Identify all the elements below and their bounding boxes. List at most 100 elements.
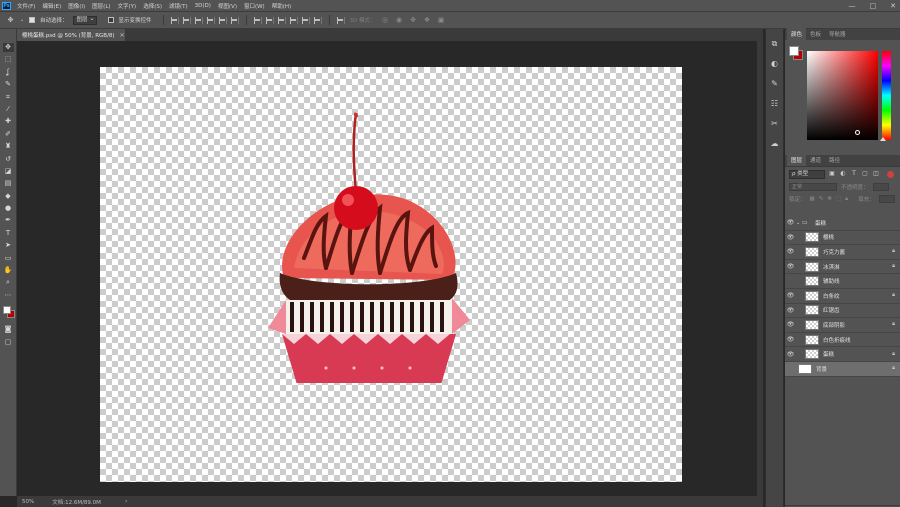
close-icon[interactable]: ✕ [120, 32, 125, 39]
layer-row[interactable]: 👁︎ 冰淇淋 🔒︎ [785, 260, 900, 275]
panel-foreground-swatch[interactable] [789, 46, 799, 56]
lasso-tool-icon[interactable]: ʆ [3, 68, 14, 77]
align-top-icon[interactable] [170, 16, 179, 24]
chevron-down-icon[interactable]: ⌄ [20, 16, 24, 25]
menu-window[interactable]: 窗口(W) [244, 2, 265, 10]
filter-pixel-icon[interactable]: ▣ [828, 170, 836, 178]
layer-row[interactable]: 👁︎ 红锯齿 [785, 304, 900, 319]
menu-file[interactable]: 文件(F) [17, 2, 35, 10]
screen-mode-icon[interactable]: ▢ [3, 338, 14, 347]
lock-brush-icon[interactable]: ✎ [819, 196, 824, 202]
visibility-eye-icon[interactable]: 👁︎ [785, 263, 796, 270]
clone-stamp-tool-icon[interactable]: ♜ [3, 142, 14, 151]
tab-layers[interactable]: 图层 [787, 154, 807, 166]
layer-row[interactable]: 👁︎ 巧克力酱 🔒︎ [785, 245, 900, 260]
distribute-bottom-icon[interactable] [277, 16, 286, 24]
eraser-tool-icon[interactable]: ◪ [3, 167, 14, 176]
visibility-eye-icon[interactable]: 👁︎ [785, 365, 796, 372]
more-tools-icon[interactable]: ⋯ [3, 291, 14, 300]
menu-filter[interactable]: 滤镜(T) [169, 2, 188, 10]
distribute-left-icon[interactable] [289, 16, 298, 24]
visibility-eye-icon[interactable]: 👁︎ [785, 248, 796, 255]
libraries-icon[interactable]: ☁ [770, 139, 780, 148]
visibility-eye-icon[interactable]: 👁︎ [785, 321, 796, 328]
filter-toggle-icon[interactable] [887, 170, 894, 178]
3d-orbit-icon[interactable]: ◎ [381, 16, 390, 25]
blur-tool-icon[interactable]: ◆ [3, 192, 14, 201]
document-canvas[interactable] [100, 67, 682, 482]
healing-brush-tool-icon[interactable]: ✚ [3, 117, 14, 126]
tab-color[interactable]: 颜色 [787, 28, 807, 40]
lock-all-icon[interactable]: 🔒︎ [845, 196, 848, 203]
adjustments-icon[interactable]: ◐ [770, 59, 780, 68]
tool-presets-icon[interactable]: ✂ [770, 119, 780, 128]
move-tool-icon[interactable]: ✥ [2, 43, 14, 53]
visibility-eye-icon[interactable]: 👁︎ [785, 336, 796, 343]
3d-scale-icon[interactable]: ▣ [437, 16, 446, 25]
opacity-input[interactable] [872, 183, 889, 191]
menu-type[interactable]: 文字(Y) [118, 2, 137, 10]
align-hcenter-icon[interactable] [218, 16, 227, 24]
layer-row[interactable]: 👁︎ 底部阴影 🔒︎ [785, 318, 900, 333]
maximize-button[interactable]: □ [870, 2, 877, 10]
foreground-color-swatch[interactable] [2, 306, 11, 315]
fill-input[interactable] [878, 195, 895, 203]
layer-group-row[interactable]: 👁︎ ⌄ ▭ 蛋糕 [785, 216, 900, 231]
brush-tool-icon[interactable]: ✐ [3, 130, 14, 139]
filter-shape-icon[interactable]: ▢ [861, 170, 869, 178]
rectangle-tool-icon[interactable]: ▭ [3, 254, 14, 263]
distribute-right-icon[interactable] [313, 16, 322, 24]
tab-paths[interactable]: 路径 [825, 154, 844, 166]
brush-settings-icon[interactable]: ✎ [770, 79, 780, 88]
auto-select-dropdown[interactable]: 图层 [72, 15, 97, 25]
blend-mode-dropdown[interactable]: 正常 [789, 183, 837, 191]
menu-3d[interactable]: 3D(D) [195, 3, 211, 9]
lock-pixels-icon[interactable]: ▦ [810, 196, 815, 202]
layer-row[interactable]: 👁︎ 背景 🔒︎ [785, 361, 900, 377]
hue-slider[interactable] [882, 51, 891, 140]
filter-adjustment-icon[interactable]: ◐ [839, 170, 847, 178]
crop-tool-icon[interactable]: ⌗ [3, 93, 14, 102]
history-brush-tool-icon[interactable]: ↺ [3, 155, 14, 164]
menu-view[interactable]: 视图(V) [218, 2, 237, 10]
quick-mask-icon[interactable]: ◙ [3, 325, 14, 334]
menu-layer[interactable]: 图层(L) [92, 2, 110, 10]
menu-edit[interactable]: 编辑(E) [42, 2, 61, 10]
move-tool-preset-icon[interactable]: ✥ [6, 16, 15, 25]
visibility-eye-icon[interactable]: 👁︎ [785, 219, 796, 226]
lock-artboard-icon[interactable]: ⬚ [836, 196, 841, 202]
properties-icon[interactable]: ☷ [770, 99, 780, 108]
align-left-icon[interactable] [206, 16, 215, 24]
align-vcenter-icon[interactable] [182, 16, 191, 24]
hue-slider-handle[interactable] [880, 137, 886, 141]
distribute-top-icon[interactable] [253, 16, 262, 24]
tab-swatches[interactable]: 色板 [806, 28, 825, 40]
transform-controls-checkbox[interactable] [107, 17, 114, 23]
marquee-tool-icon[interactable]: ⬚ [3, 55, 14, 64]
quick-select-tool-icon[interactable]: ✎ [3, 80, 14, 89]
visibility-eye-icon[interactable]: 👁︎ [785, 234, 796, 241]
layer-row[interactable]: 👁︎ 白条纹 🔒︎ [785, 289, 900, 304]
visibility-eye-icon[interactable]: 👁︎ [785, 292, 796, 299]
layer-row[interactable]: 👁︎ 蛋糕 🔒︎ [785, 347, 900, 362]
distribute-vcenter-icon[interactable] [265, 16, 274, 24]
path-select-tool-icon[interactable]: ➤ [3, 241, 14, 250]
pen-tool-icon[interactable]: ✒ [3, 216, 14, 225]
type-tool-icon[interactable]: T [3, 229, 14, 238]
3d-slide-icon[interactable]: ❖ [423, 16, 432, 25]
filter-type-icon[interactable]: T [850, 170, 858, 178]
hand-tool-icon[interactable]: ✋ [3, 266, 14, 275]
close-button[interactable]: ✕ [890, 2, 896, 10]
layer-row[interactable]: 👁︎ 辅助线 [785, 274, 900, 289]
visibility-eye-icon[interactable]: 👁︎ [785, 278, 796, 285]
tab-channels[interactable]: 通道 [806, 154, 825, 166]
filter-smart-object-icon[interactable]: ◫ [872, 170, 880, 178]
status-menu-arrow-icon[interactable]: › [125, 498, 127, 505]
layer-row[interactable]: 👁︎ 白色折痕线 [785, 333, 900, 348]
document-tab[interactable]: 樱桃蛋糕.psd @ 50% (背景, RGB/8) ✕ [17, 29, 125, 41]
zoom-level[interactable]: 50% [22, 499, 34, 505]
distribute-hcenter-icon[interactable] [301, 16, 310, 24]
menu-select[interactable]: 选择(S) [143, 2, 162, 10]
menu-image[interactable]: 图像(I) [68, 2, 85, 10]
visibility-eye-icon[interactable]: 👁︎ [785, 351, 796, 358]
